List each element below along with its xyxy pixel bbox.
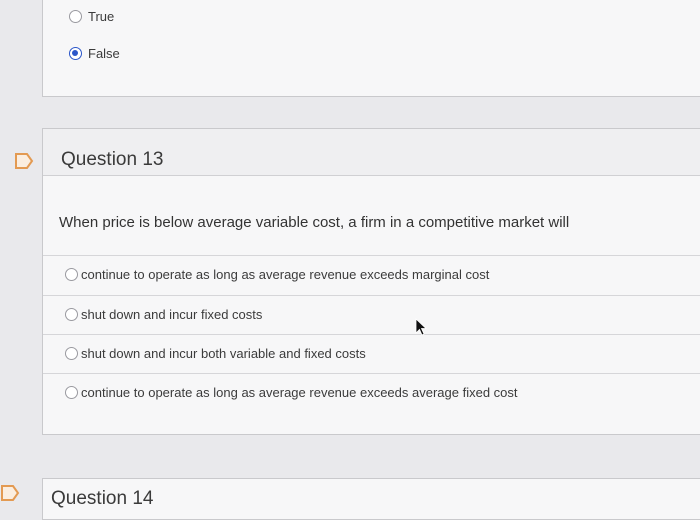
flag-icon[interactable] [0,484,20,502]
radio-button-selected[interactable] [69,47,82,60]
option-false[interactable]: False [43,37,700,71]
option-label: continue to operate as long as average r… [81,385,518,400]
answer-option[interactable]: shut down and incur both variable and fi… [43,334,700,373]
option-label: shut down and incur both variable and fi… [81,346,366,361]
option-label: continue to operate as long as average r… [81,267,490,282]
option-label: False [88,46,120,61]
radio-button[interactable] [65,308,78,321]
answer-option[interactable]: continue to operate as long as average r… [43,255,700,294]
previous-question-card: True False [42,0,700,97]
answer-option[interactable]: continue to operate as long as average r… [43,373,700,412]
question-13-card: Question 13 When price is below average … [42,128,700,435]
question-prompt: When price is below average variable cos… [59,214,570,231]
flag-icon[interactable] [14,152,34,170]
question-title: Question 13 [61,149,164,170]
radio-button[interactable] [65,386,78,399]
option-label: True [88,9,115,24]
option-true[interactable]: True [43,0,700,34]
radio-button[interactable] [69,10,82,23]
question-title: Question 14 [51,488,154,509]
mouse-pointer-icon [414,318,428,336]
radio-button[interactable] [65,347,78,360]
option-label: shut down and incur fixed costs [81,307,263,322]
radio-button[interactable] [65,268,78,281]
answer-option[interactable]: shut down and incur fixed costs [43,295,700,334]
question-14-card: Question 14 [42,478,700,520]
question-header: Question 13 [43,129,700,176]
